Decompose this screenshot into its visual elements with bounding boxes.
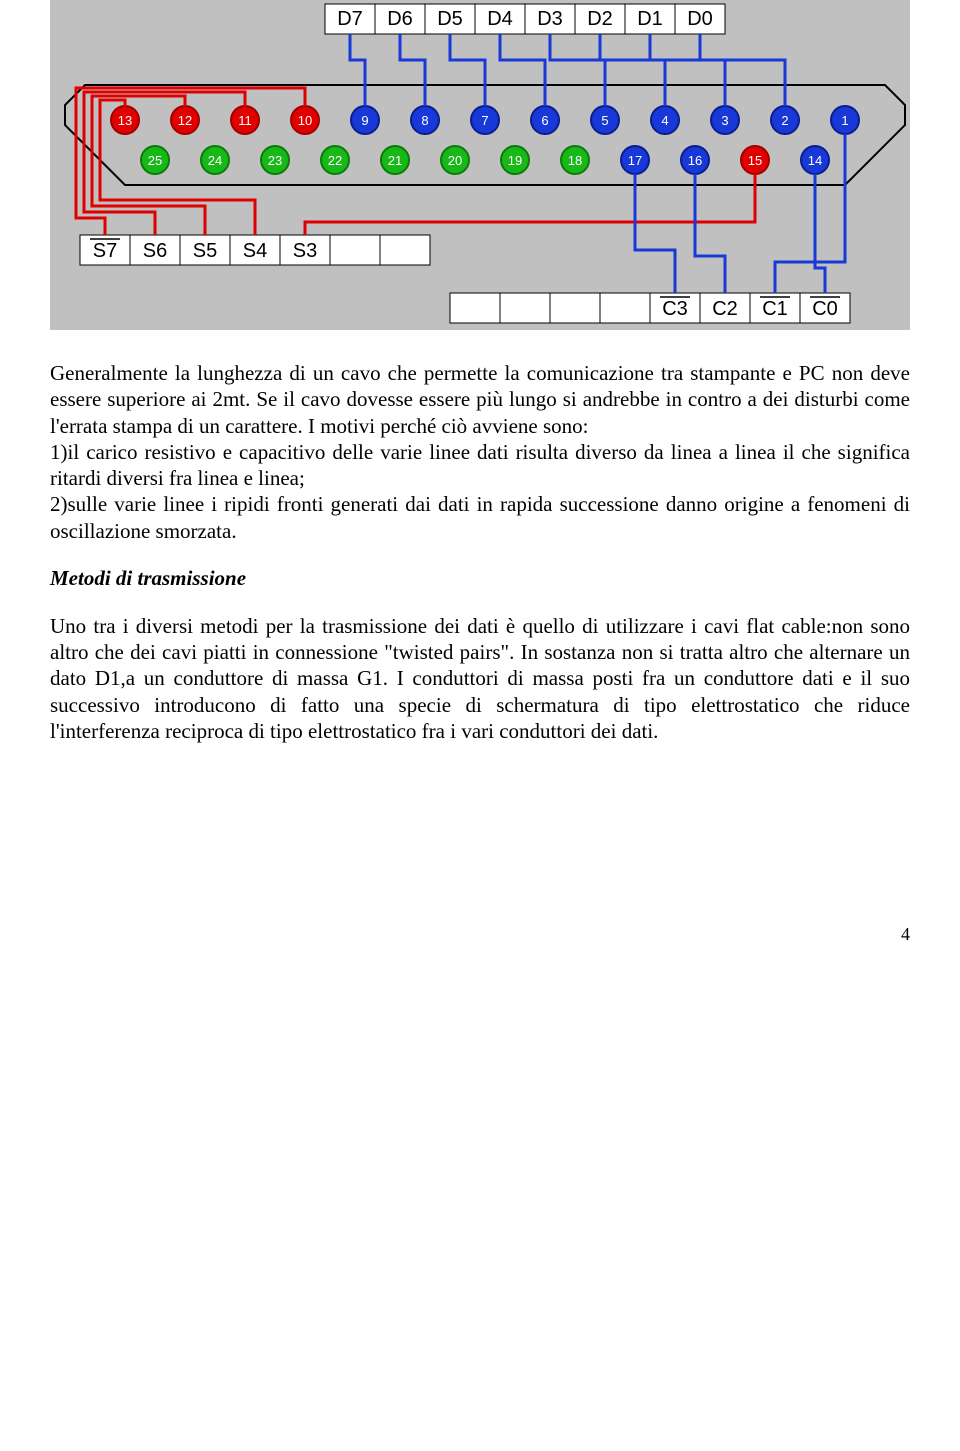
svg-text:C2: C2 <box>712 298 738 320</box>
svg-text:6: 6 <box>541 113 548 128</box>
svg-text:3: 3 <box>721 113 728 128</box>
svg-text:2: 2 <box>781 113 788 128</box>
svg-text:S4: S4 <box>243 240 267 262</box>
svg-text:D1: D1 <box>637 8 663 30</box>
svg-text:D7: D7 <box>337 8 363 30</box>
svg-text:11: 11 <box>238 113 252 128</box>
svg-text:C0: C0 <box>812 298 838 320</box>
svg-text:14: 14 <box>808 153 822 168</box>
svg-text:1: 1 <box>841 113 848 128</box>
page-number: 4 <box>50 924 910 945</box>
paragraph-methods: Uno tra i diversi metodi per la trasmiss… <box>50 613 910 744</box>
svg-text:24: 24 <box>208 153 222 168</box>
svg-text:8: 8 <box>421 113 428 128</box>
svg-text:23: 23 <box>268 153 282 168</box>
svg-text:D3: D3 <box>537 8 563 30</box>
svg-text:D0: D0 <box>687 8 713 30</box>
svg-text:5: 5 <box>601 113 608 128</box>
svg-text:22: 22 <box>328 153 342 168</box>
svg-text:C1: C1 <box>762 298 788 320</box>
svg-text:S6: S6 <box>143 240 167 262</box>
parallel-port-diagram: 1312111098765432125242322212019181716151… <box>50 0 910 330</box>
svg-text:S3: S3 <box>293 240 317 262</box>
svg-text:10: 10 <box>298 113 312 128</box>
svg-text:13: 13 <box>118 113 132 128</box>
svg-text:D4: D4 <box>487 8 513 30</box>
svg-text:9: 9 <box>361 113 368 128</box>
svg-text:C3: C3 <box>662 298 688 320</box>
paragraph-intro: Generalmente la lunghezza di un cavo che… <box>50 360 910 544</box>
svg-text:20: 20 <box>448 153 462 168</box>
svg-text:4: 4 <box>661 113 668 128</box>
svg-text:21: 21 <box>388 153 402 168</box>
svg-text:7: 7 <box>481 113 488 128</box>
svg-text:15: 15 <box>748 153 762 168</box>
svg-text:S5: S5 <box>193 240 217 262</box>
svg-text:19: 19 <box>508 153 522 168</box>
svg-text:25: 25 <box>148 153 162 168</box>
svg-text:S7: S7 <box>93 240 117 262</box>
svg-text:17: 17 <box>628 153 642 168</box>
diagram-svg: 1312111098765432125242322212019181716151… <box>50 0 910 330</box>
svg-text:D6: D6 <box>387 8 413 30</box>
heading-methods: Metodi di trasmissione <box>50 566 910 591</box>
svg-text:12: 12 <box>178 113 192 128</box>
svg-text:18: 18 <box>568 153 582 168</box>
svg-text:D2: D2 <box>587 8 613 30</box>
svg-text:16: 16 <box>688 153 702 168</box>
svg-text:D5: D5 <box>437 8 463 30</box>
